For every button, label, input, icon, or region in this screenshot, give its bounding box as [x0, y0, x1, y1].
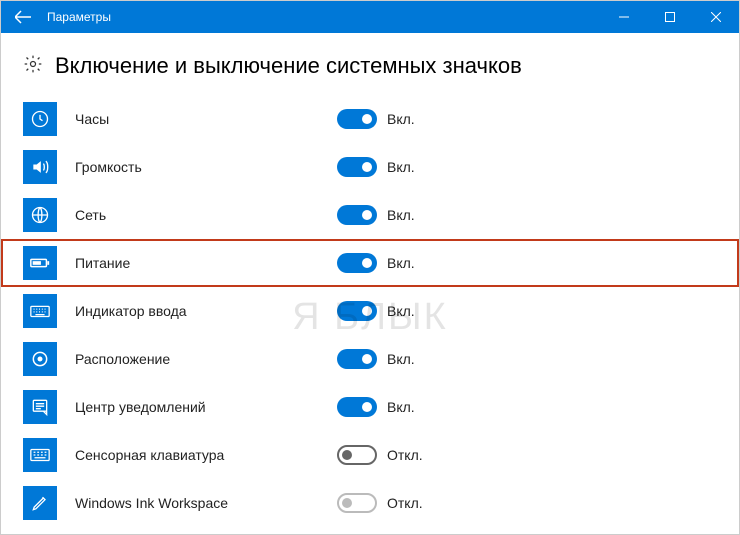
toggle[interactable] — [337, 109, 377, 129]
toggle[interactable] — [337, 349, 377, 369]
toggle-wrap: Вкл. — [337, 109, 415, 129]
settings-label: Сеть — [57, 207, 337, 223]
back-button[interactable] — [1, 1, 45, 33]
toggle — [337, 493, 377, 513]
toggle-label: Вкл. — [387, 351, 415, 367]
content: Включение и выключение системных значков… — [1, 33, 739, 527]
toggle-wrap: Вкл. — [337, 253, 415, 273]
touchkbd-icon — [23, 438, 57, 472]
settings-row-battery: Питание Вкл. — [1, 239, 739, 287]
settings-label: Индикатор ввода — [57, 303, 337, 319]
toggle-label: Вкл. — [387, 399, 415, 415]
toggle-wrap: Вкл. — [337, 397, 415, 417]
settings-label: Центр уведомлений — [57, 399, 337, 415]
toggle-label: Откл. — [387, 495, 423, 511]
settings-row-clock: Часы Вкл. — [23, 95, 717, 143]
toggle-wrap: Вкл. — [337, 157, 415, 177]
toggle-label: Вкл. — [387, 255, 415, 271]
clock-icon — [23, 102, 57, 136]
settings-row-location: Расположение Вкл. — [23, 335, 717, 383]
keyboard-icon — [23, 294, 57, 328]
toggle[interactable] — [337, 301, 377, 321]
volume-icon — [23, 150, 57, 184]
toggle-label: Вкл. — [387, 207, 415, 223]
maximize-button[interactable] — [647, 1, 693, 33]
settings-label: Громкость — [57, 159, 337, 175]
settings-label: Питание — [57, 255, 337, 271]
toggle-label: Вкл. — [387, 303, 415, 319]
settings-list: Часы Вкл. Громкость Вкл. Сеть Вкл. Питание Вкл.… — [23, 95, 717, 527]
battery-icon — [23, 246, 57, 280]
settings-label: Часы — [57, 111, 337, 127]
toggle-label: Вкл. — [387, 111, 415, 127]
gear-icon — [23, 54, 43, 79]
network-icon — [23, 198, 57, 232]
toggle-label: Откл. — [387, 447, 423, 463]
action-icon — [23, 390, 57, 424]
settings-label: Сенсорная клавиатура — [57, 447, 337, 463]
settings-row-touchkbd: Сенсорная клавиатура Откл. — [23, 431, 717, 479]
toggle-wrap: Откл. — [337, 445, 423, 465]
minimize-button[interactable] — [601, 1, 647, 33]
toggle-wrap: Вкл. — [337, 301, 415, 321]
settings-row-action: Центр уведомлений Вкл. — [23, 383, 717, 431]
toggle[interactable] — [337, 157, 377, 177]
close-button[interactable] — [693, 1, 739, 33]
toggle-wrap: Откл. — [337, 493, 423, 513]
toggle[interactable] — [337, 253, 377, 273]
toggle[interactable] — [337, 445, 377, 465]
window-title: Параметры — [45, 10, 111, 24]
toggle[interactable] — [337, 205, 377, 225]
location-icon — [23, 342, 57, 376]
settings-row-volume: Громкость Вкл. — [23, 143, 717, 191]
toggle-wrap: Вкл. — [337, 349, 415, 369]
settings-row-keyboard: Индикатор ввода Вкл. — [23, 287, 717, 335]
toggle-label: Вкл. — [387, 159, 415, 175]
page-title: Включение и выключение системных значков — [55, 53, 522, 79]
settings-row-network: Сеть Вкл. — [23, 191, 717, 239]
settings-row-ink: Windows Ink Workspace Откл. — [23, 479, 717, 527]
titlebar: Параметры — [1, 1, 739, 33]
heading-row: Включение и выключение системных значков — [23, 53, 717, 79]
ink-icon — [23, 486, 57, 520]
settings-label: Windows Ink Workspace — [57, 495, 337, 511]
settings-label: Расположение — [57, 351, 337, 367]
toggle[interactable] — [337, 397, 377, 417]
toggle-wrap: Вкл. — [337, 205, 415, 225]
